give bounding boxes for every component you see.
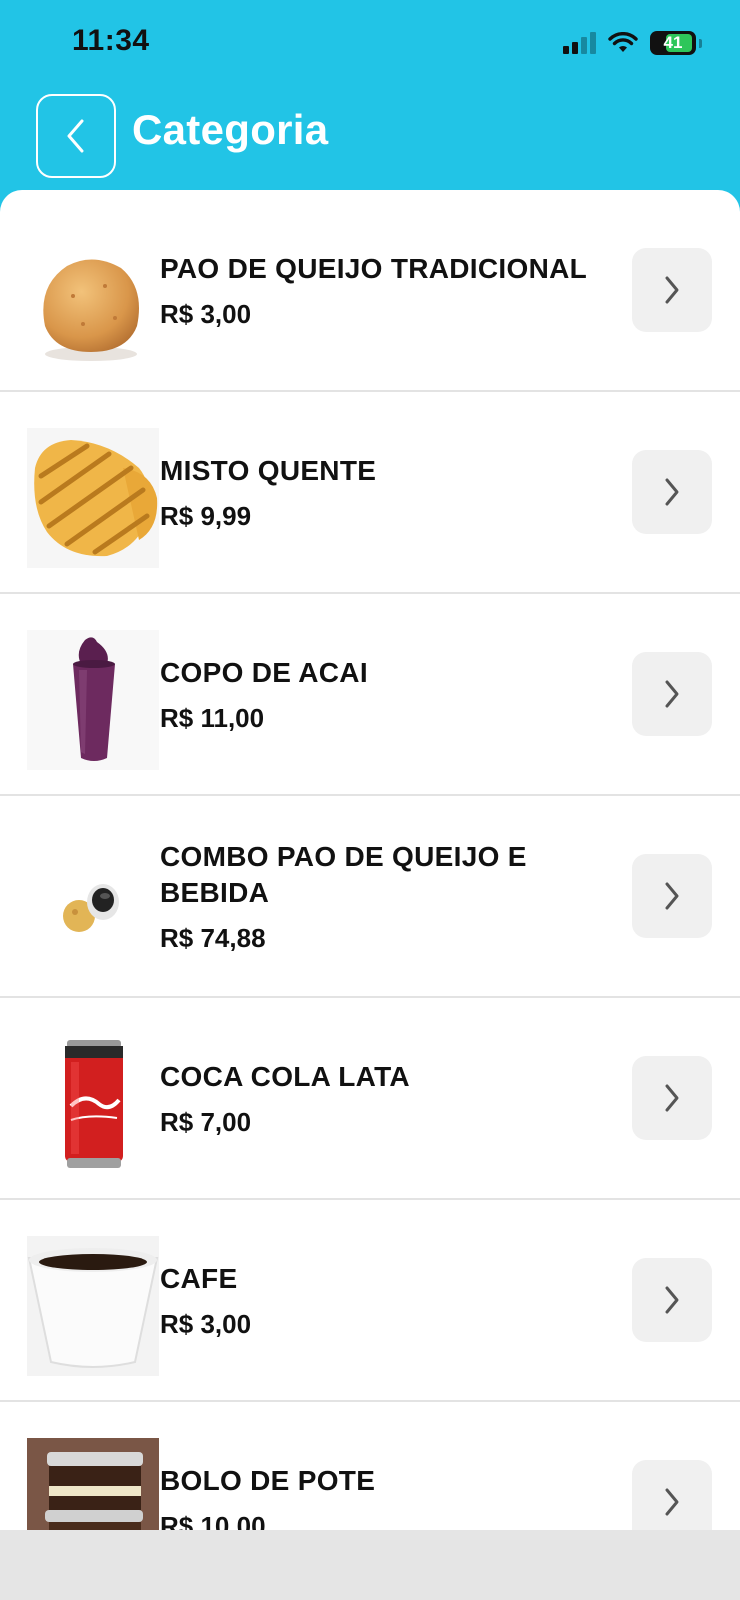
product-price: R$ 11,00 — [160, 702, 265, 733]
product-price: R$ 10,00 — [160, 1510, 266, 1531]
battery-level: 41 — [663, 33, 683, 52]
product-image — [27, 1438, 159, 1530]
product-row[interactable]: COPO DE ACAI R$ 11,00 — [0, 594, 740, 796]
battery-icon: 41 — [650, 31, 702, 55]
product-image — [27, 428, 159, 568]
open-product-button[interactable] — [632, 1460, 712, 1530]
product-name: COPO DE ACAI — [160, 656, 368, 688]
header: Categoria — [0, 80, 740, 190]
product-info: BOLO DE POTE R$ 10,00 — [160, 1402, 600, 1531]
product-price: R$ 74,88 — [160, 922, 266, 953]
back-button[interactable] — [36, 94, 116, 178]
product-price: R$ 7,00 — [160, 1106, 252, 1137]
product-price: R$ 3,00 — [160, 298, 252, 329]
product-row[interactable]: COMBO PAO DE QUEIJO E BEBIDA R$ 74,88 — [0, 796, 740, 998]
product-image — [27, 630, 159, 770]
signal-icon — [563, 32, 596, 54]
open-product-button[interactable] — [632, 450, 712, 534]
product-price: R$ 3,00 — [160, 1308, 252, 1339]
product-name: COMBO PAO DE QUEIJO E BEBIDA — [160, 840, 527, 908]
product-row[interactable]: CAFE R$ 3,00 — [0, 1200, 740, 1402]
chevron-right-icon — [665, 882, 679, 910]
status-bar: 11:34 41 — [0, 0, 740, 80]
status-icons: 41 — [563, 28, 702, 58]
page-title: Categoria — [132, 106, 329, 153]
product-row[interactable]: MISTO QUENTE R$ 9,99 — [0, 392, 740, 594]
status-time: 11:34 — [72, 24, 150, 57]
chevron-right-icon — [665, 276, 679, 304]
chevron-right-icon — [665, 1488, 679, 1516]
product-image — [27, 1034, 159, 1174]
product-row[interactable]: BOLO DE POTE R$ 10,00 — [0, 1402, 740, 1530]
open-product-button[interactable] — [632, 652, 712, 736]
chevron-right-icon — [665, 1084, 679, 1112]
chevron-left-icon — [67, 119, 84, 153]
product-name: COCA COLA LATA — [160, 1060, 410, 1092]
product-row[interactable]: PAO DE QUEIJO TRADICIONAL R$ 3,00 — [0, 190, 740, 392]
product-price: R$ 9,99 — [160, 500, 252, 531]
chevron-right-icon — [665, 1286, 679, 1314]
open-product-button[interactable] — [632, 854, 712, 938]
product-list: PAO DE QUEIJO TRADICIONAL R$ 3,00 MISTO … — [0, 190, 740, 1530]
open-product-button[interactable] — [632, 1056, 712, 1140]
product-image — [27, 832, 159, 972]
product-image — [27, 226, 159, 366]
product-name: BOLO DE POTE — [160, 1464, 376, 1496]
wifi-icon — [608, 32, 638, 52]
product-info: COMBO PAO DE QUEIJO E BEBIDA R$ 74,88 — [160, 796, 600, 996]
product-name: MISTO QUENTE — [160, 454, 377, 486]
chevron-right-icon — [665, 680, 679, 708]
open-product-button[interactable] — [632, 1258, 712, 1342]
product-name: CAFE — [160, 1262, 238, 1294]
product-info: COPO DE ACAI R$ 11,00 — [160, 594, 600, 794]
bottom-bar — [0, 1530, 740, 1600]
product-info: CAFE R$ 3,00 — [160, 1200, 600, 1400]
chevron-right-icon — [665, 478, 679, 506]
product-info: MISTO QUENTE R$ 9,99 — [160, 392, 600, 592]
product-info: PAO DE QUEIJO TRADICIONAL R$ 3,00 — [160, 190, 600, 390]
product-row[interactable]: COCA COLA LATA R$ 7,00 — [0, 998, 740, 1200]
open-product-button[interactable] — [632, 248, 712, 332]
product-name: PAO DE QUEIJO TRADICIONAL — [160, 252, 588, 284]
product-info: COCA COLA LATA R$ 7,00 — [160, 998, 600, 1198]
product-image — [27, 1236, 159, 1376]
